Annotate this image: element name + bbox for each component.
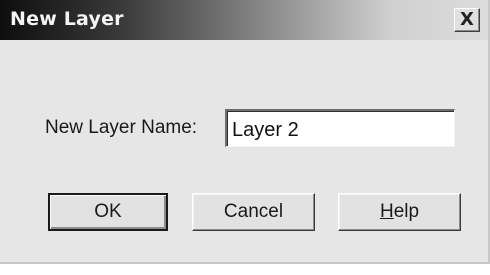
help-mnemonic: H [379,201,394,222]
layer-name-label: New Layer Name: [45,117,198,138]
cancel-button-label: Cancel [223,201,284,222]
ok-button[interactable]: OK [48,193,168,231]
help-label-rest: elp [393,201,420,222]
ok-button-label: OK [94,201,122,222]
layer-name-input[interactable] [225,109,455,147]
dialog-title: New Layer [10,8,124,30]
close-icon: X [460,8,474,30]
help-button[interactable]: Help [338,193,461,231]
help-button-label: Help [380,201,419,223]
title-bar[interactable]: New Layer X [0,0,488,40]
new-layer-dialog: New Layer X New Layer Name: OK Cancel He… [0,0,490,264]
cancel-button[interactable]: Cancel [192,193,315,231]
close-button[interactable]: X [454,8,480,32]
